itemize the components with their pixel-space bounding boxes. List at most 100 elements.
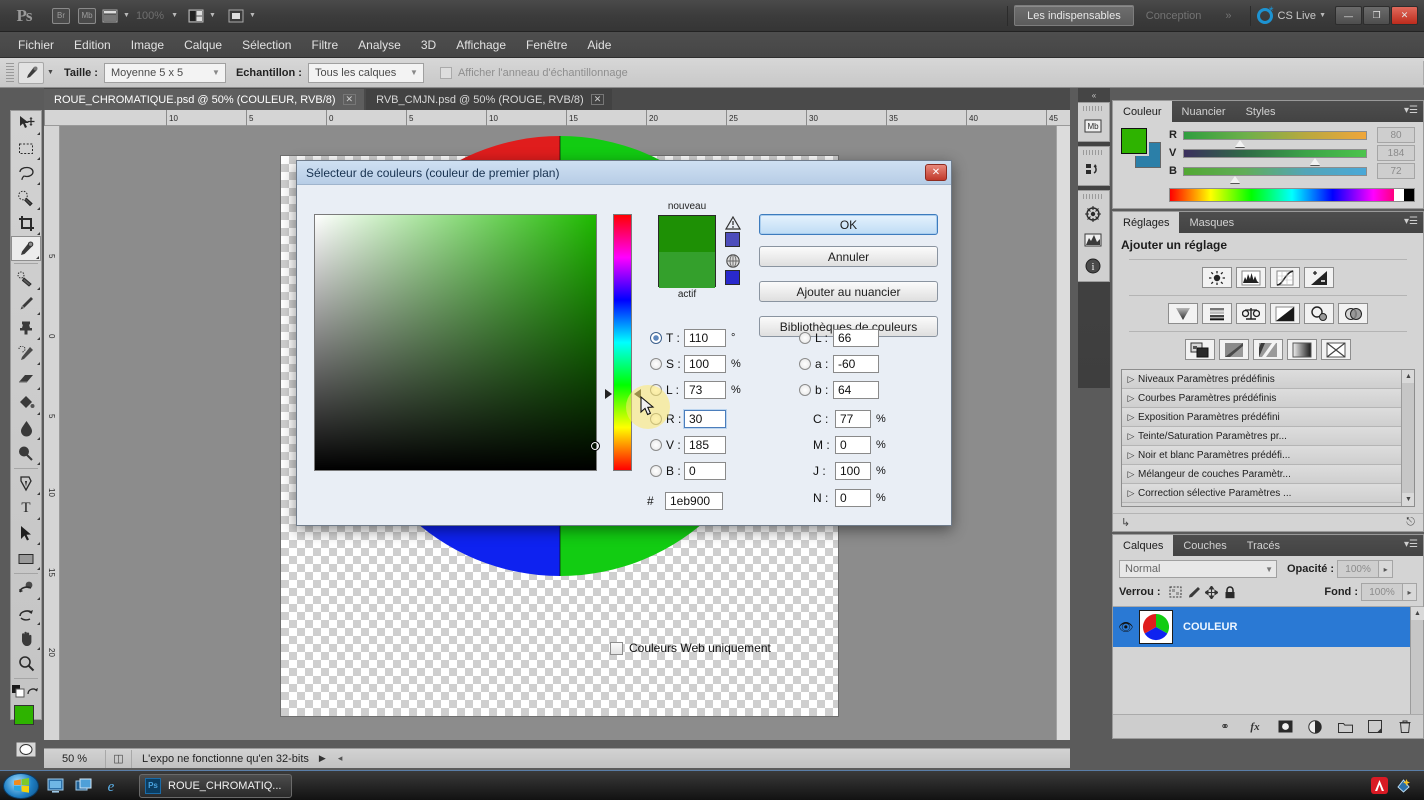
new-color-swatch[interactable] — [659, 216, 715, 252]
red-input[interactable]: 30 — [684, 410, 726, 428]
brightness-contrast-button[interactable] — [1202, 267, 1232, 288]
channel-mixer-button[interactable] — [1338, 303, 1368, 324]
workspace-design-button[interactable]: Conception — [1134, 5, 1214, 26]
menu-filtre[interactable]: Filtre — [301, 35, 348, 55]
arrange-documents-button[interactable]: ▼ — [188, 5, 216, 27]
expand-triangle-icon[interactable]: ▷ — [1124, 488, 1138, 499]
link-layers-icon[interactable]: ⚭ — [1217, 719, 1233, 735]
document-tab-roue-chromatique[interactable]: ROUE_CHROMATIQUE.psd @ 50% (COULEUR, RVB… — [44, 89, 365, 110]
menu-analyse[interactable]: Analyse — [348, 35, 411, 55]
tool-eraser[interactable] — [11, 366, 41, 391]
hue-slider-marker-left[interactable] — [605, 389, 612, 399]
tool-lasso[interactable] — [11, 161, 41, 186]
web-colors-only-checkbox[interactable]: Couleurs Web uniquement — [610, 641, 771, 655]
blue-input[interactable]: 0 — [684, 462, 726, 480]
slider-value-b[interactable]: 72 — [1377, 163, 1415, 179]
tool-move[interactable] — [11, 111, 41, 136]
magenta-input[interactable]: 0 — [835, 436, 871, 454]
green-input[interactable]: 185 — [684, 436, 726, 454]
menu-aide[interactable]: Aide — [577, 35, 621, 55]
cs-live-button[interactable]: CS Live ▼ — [1256, 4, 1326, 24]
new-layer-icon[interactable] — [1367, 719, 1383, 735]
table-row[interactable]: 👁 COULEUR — [1113, 607, 1423, 647]
preset-item[interactable]: ▷ Niveaux Paramètres prédéfinis — [1122, 370, 1414, 389]
current-color-swatch[interactable] — [659, 252, 715, 288]
cyan-input[interactable]: 77 — [835, 410, 871, 428]
blend-mode-select[interactable]: Normal ▼ — [1119, 560, 1277, 578]
restore-button[interactable]: ❐ — [1363, 6, 1390, 25]
lock-transparent-pixels-icon[interactable] — [1167, 584, 1185, 600]
current-tool-preset-button[interactable] — [18, 61, 44, 84]
threshold-button[interactable] — [1253, 339, 1283, 360]
expand-panels-icon[interactable]: « — [1078, 88, 1110, 102]
hex-input[interactable]: 1eb900 — [665, 492, 723, 510]
radio-lab-l[interactable] — [799, 332, 811, 344]
close-icon[interactable]: ✕ — [342, 94, 357, 105]
expand-triangle-icon[interactable]: ▷ — [1124, 450, 1138, 461]
tool-brush[interactable] — [11, 291, 41, 316]
foreground-background-colors[interactable] — [11, 703, 44, 737]
tab-masques[interactable]: Masques — [1179, 212, 1244, 233]
expand-triangle-icon[interactable]: ▷ — [1124, 469, 1138, 480]
options-bar-grip[interactable] — [6, 62, 14, 83]
scroll-up-icon[interactable]: ▲ — [1411, 607, 1424, 620]
sv-field-marker[interactable] — [590, 441, 600, 451]
levels-button[interactable] — [1236, 267, 1266, 288]
radio-hue[interactable] — [650, 332, 662, 344]
radio-blue[interactable] — [650, 465, 662, 477]
tab-reglages[interactable]: Réglages — [1113, 212, 1180, 233]
opacity-stepper-arrow-icon[interactable]: ▸ — [1379, 560, 1394, 578]
brightness-input[interactable]: 73 — [684, 381, 726, 399]
hue-input[interactable]: 110 — [684, 329, 726, 347]
tool-quick-selection[interactable] — [11, 186, 41, 211]
tool-history-brush[interactable] — [11, 341, 41, 366]
panel-menu-icon[interactable]: ▾☰ — [1404, 539, 1418, 550]
screen-mode-button[interactable]: ▼ — [228, 5, 256, 27]
status-zoom-field[interactable]: 50 % — [44, 749, 106, 768]
invert-button[interactable] — [1185, 339, 1215, 360]
gamut-safe-color-swatch[interactable] — [725, 232, 740, 247]
ok-button[interactable]: OK — [759, 214, 938, 235]
expand-triangle-icon[interactable]: ▷ — [1124, 431, 1138, 442]
lab-l-input[interactable]: 66 — [833, 329, 879, 347]
scroll-down-icon[interactable]: ▼ — [1402, 493, 1414, 506]
menu-calque[interactable]: Calque — [174, 35, 232, 55]
hue-slider[interactable] — [613, 214, 632, 471]
radio-green[interactable] — [650, 439, 662, 451]
expand-triangle-icon[interactable]: ▷ — [1124, 393, 1138, 404]
tool-pen[interactable] — [11, 471, 41, 496]
launch-mini-bridge-button[interactable]: Mb — [76, 5, 98, 27]
clip-to-layer-icon[interactable]: ↳ — [1121, 516, 1130, 529]
avira-icon[interactable] — [1370, 777, 1388, 795]
slider-track-b[interactable] — [1183, 166, 1367, 183]
fill-stepper-arrow-icon[interactable]: ▸ — [1403, 583, 1417, 601]
fill-value[interactable]: 100% — [1361, 583, 1403, 601]
tool-type[interactable]: T — [11, 496, 41, 521]
history-icon[interactable] — [1078, 157, 1108, 183]
menu-3d[interactable]: 3D — [411, 35, 446, 55]
delete-layer-icon[interactable] — [1397, 719, 1413, 735]
tool-hand[interactable] — [11, 626, 41, 651]
sample-size-select[interactable]: Moyenne 5 x 5 ▼ — [103, 62, 226, 83]
rail-group-mini-bridge[interactable]: Mb — [1078, 102, 1110, 142]
slider-knob-v[interactable] — [1309, 157, 1320, 165]
mini-bridge-icon[interactable]: Mb — [1078, 113, 1108, 139]
histogram-icon[interactable] — [1078, 227, 1108, 253]
posterize-button[interactable] — [1219, 339, 1249, 360]
preset-item[interactable]: ▷ Teinte/Saturation Paramètres pr... — [1122, 427, 1414, 446]
system-tray-icon[interactable] — [1394, 777, 1412, 795]
windows-start-icon[interactable] — [3, 772, 39, 799]
tool-clone-stamp[interactable] — [11, 316, 41, 341]
switch-windows-icon[interactable] — [71, 774, 95, 798]
color-balance-button[interactable] — [1236, 303, 1266, 324]
slider-track-v[interactable] — [1183, 148, 1367, 165]
quick-mask-icon[interactable] — [15, 741, 37, 758]
radio-lab-b[interactable] — [799, 384, 811, 396]
minimize-button[interactable]: — — [1335, 6, 1362, 25]
document-tab-rvb-cmjn[interactable]: RVB_CMJN.psd @ 50% (ROUGE, RVB/8) ✕ — [366, 89, 613, 110]
layer-name[interactable]: COULEUR — [1183, 621, 1237, 633]
slider-knob-r[interactable] — [1234, 139, 1245, 147]
tool-crop[interactable] — [11, 211, 41, 236]
layer-visibility-icon[interactable]: 👁 — [1113, 620, 1139, 634]
swap-colors-icon[interactable] — [27, 685, 40, 697]
